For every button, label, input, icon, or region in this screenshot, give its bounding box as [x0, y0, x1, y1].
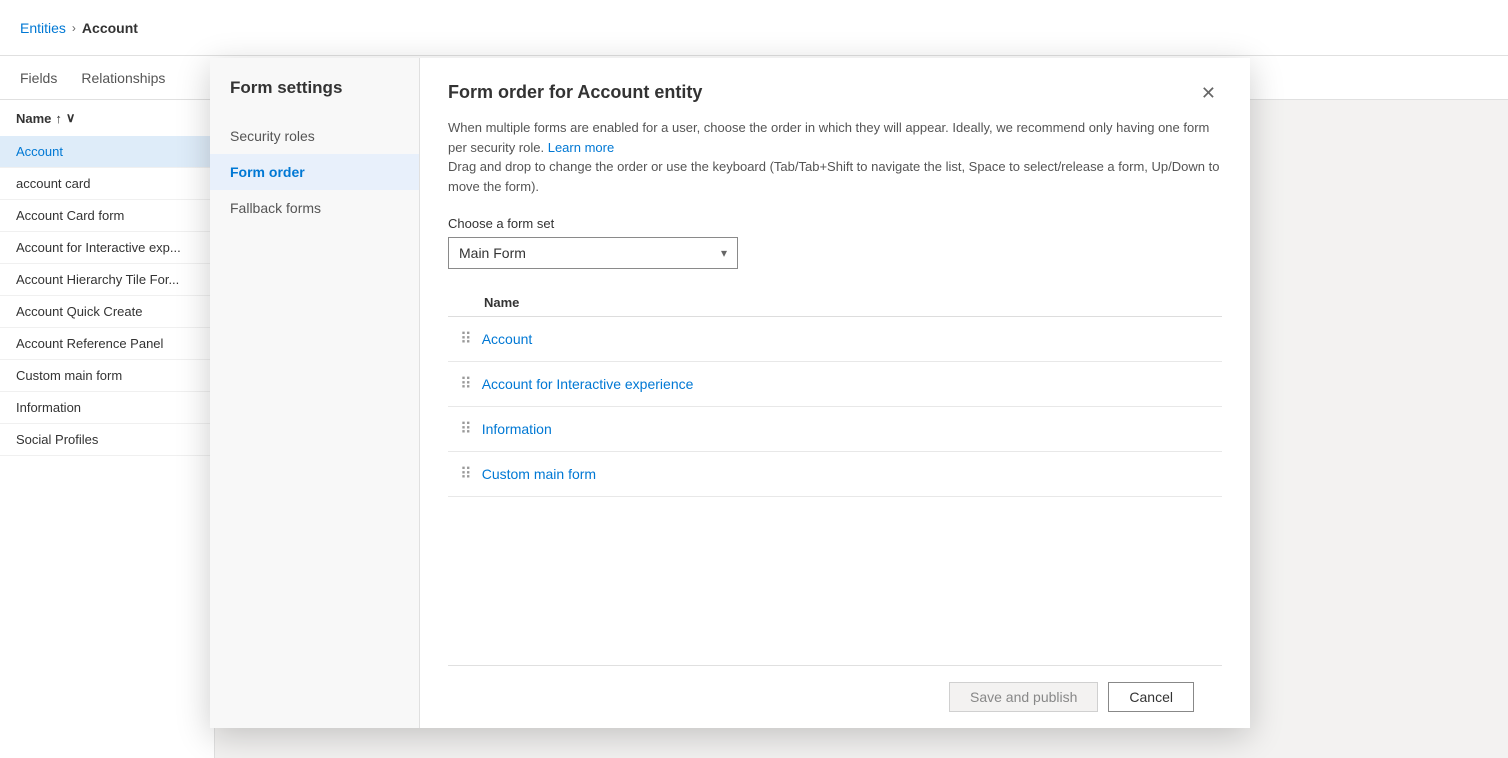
description-part2: Drag and drop to change the order or use… — [448, 159, 1219, 194]
learn-more-link[interactable]: Learn more — [548, 140, 614, 155]
sidebar-item-account-card-form[interactable]: Account Card form — [0, 200, 214, 232]
modal-footer: Save and publish Cancel — [448, 665, 1222, 728]
modal-right-header: Form order for Account entity ✕ — [448, 82, 1222, 104]
form-set-label: Choose a form set — [448, 216, 1222, 231]
sort-toggle-icon[interactable]: ∨ — [66, 110, 76, 126]
name-sort-label: Name — [16, 111, 51, 126]
breadcrumb-separator: › — [72, 21, 76, 35]
sidebar-item-account-reference[interactable]: Account Reference Panel — [0, 328, 214, 360]
form-list-row[interactable]: ⠿ Account for Interactive experience — [448, 362, 1222, 407]
form-row-interactive: Account for Interactive experience — [482, 376, 1222, 392]
form-settings-modal: Form settings Security roles Form order … — [210, 58, 1250, 728]
sidebar-item-social-profiles[interactable]: Social Profiles — [0, 424, 214, 456]
modal-left-panel: Form settings Security roles Form order … — [210, 58, 420, 728]
sidebar-item-account-hierarchy[interactable]: Account Hierarchy Tile For... — [0, 264, 214, 296]
sidebar-name-header: Name ↑ ∨ — [0, 100, 214, 136]
entity-sidebar: Name ↑ ∨ Account account card Account Ca… — [0, 100, 215, 758]
modal-right-panel: Form order for Account entity ✕ When mul… — [420, 58, 1250, 728]
nav-relationships[interactable]: Relationships — [81, 60, 165, 96]
form-list-table: Name ⠿ Account ⠿ Account for Interactive… — [448, 289, 1222, 665]
nav-fields[interactable]: Fields — [20, 60, 57, 96]
form-list-row[interactable]: ⠿ Account — [448, 317, 1222, 362]
form-list-row[interactable]: ⠿ Information — [448, 407, 1222, 452]
save-publish-button[interactable]: Save and publish — [949, 682, 1098, 712]
dropdown-arrow-icon: ▾ — [721, 246, 727, 260]
modal-nav-form-order[interactable]: Form order — [210, 154, 419, 190]
sidebar-item-information[interactable]: Information — [0, 392, 214, 424]
breadcrumb-entities-link[interactable]: Entities — [20, 20, 66, 36]
modal-nav-fallback-forms[interactable]: Fallback forms — [210, 190, 419, 226]
drag-handle-icon[interactable]: ⠿ — [448, 419, 482, 439]
drag-handle-icon[interactable]: ⠿ — [448, 374, 482, 394]
drag-handle-icon[interactable]: ⠿ — [448, 329, 482, 349]
breadcrumb-account: Account — [82, 20, 138, 36]
description-text: When multiple forms are enabled for a us… — [448, 118, 1222, 196]
sidebar-item-account[interactable]: Account — [0, 136, 214, 168]
modal-title: Form order for Account entity — [448, 82, 702, 103]
sidebar-item-account-card[interactable]: account card — [0, 168, 214, 200]
form-row-information: Information — [482, 421, 1222, 437]
modal-left-title: Form settings — [210, 78, 419, 118]
sidebar-item-account-interactive[interactable]: Account for Interactive exp... — [0, 232, 214, 264]
sort-asc-icon[interactable]: ↑ — [55, 111, 62, 126]
form-set-dropdown[interactable]: Main Form ▾ — [448, 237, 738, 269]
close-button[interactable]: ✕ — [1195, 82, 1222, 104]
breadcrumb: Entities › Account — [20, 20, 138, 36]
sidebar-item-account-quick-create[interactable]: Account Quick Create — [0, 296, 214, 328]
form-list-row[interactable]: ⠿ Custom main form — [448, 452, 1222, 497]
cancel-button[interactable]: Cancel — [1108, 682, 1194, 712]
page-header: Entities › Account — [0, 0, 1508, 56]
form-set-value: Main Form — [459, 245, 526, 261]
drag-handle-icon[interactable]: ⠿ — [448, 464, 482, 484]
sidebar-item-custom-main-form[interactable]: Custom main form — [0, 360, 214, 392]
form-list-header: Name — [448, 289, 1222, 317]
form-row-account: Account — [482, 331, 1222, 347]
form-row-custom-main: Custom main form — [482, 466, 1222, 482]
modal-nav-security-roles[interactable]: Security roles — [210, 118, 419, 154]
